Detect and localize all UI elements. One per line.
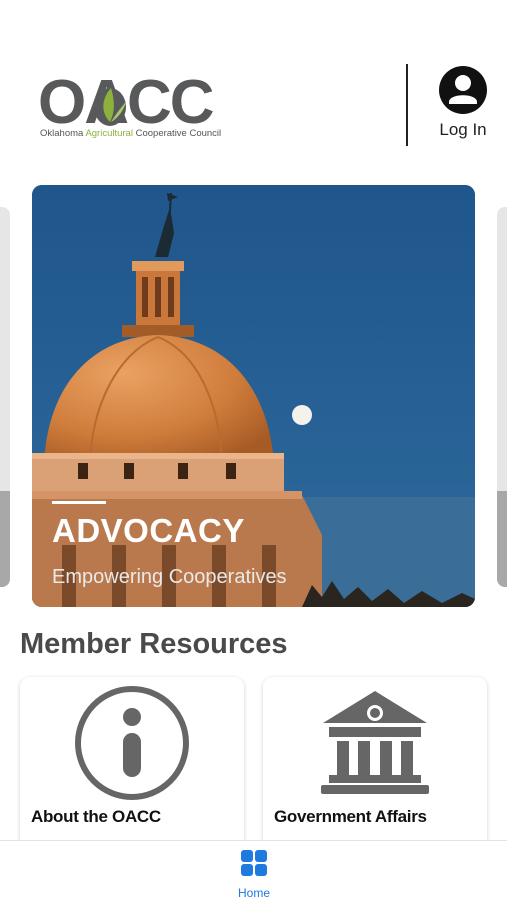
card-label: Government Affairs	[274, 807, 427, 826]
user-icon	[439, 66, 487, 114]
header-divider	[406, 64, 408, 146]
login-label: Log In	[439, 120, 487, 139]
info-icon	[75, 686, 189, 800]
section-title-member-resources: Member Resources	[20, 628, 288, 660]
carousel-prev-peek[interactable]	[0, 207, 10, 587]
slide-subtitle: Empowering Cooperatives	[52, 566, 287, 588]
oacc-logo: OACC Oklahoma Agricultural Cooperative C…	[38, 72, 228, 142]
logo-subtitle: Oklahoma Agricultural Cooperative Counci…	[40, 128, 222, 139]
card-government-affairs[interactable]: Government Affairs	[263, 677, 487, 852]
government-building-icon	[321, 691, 429, 794]
card-label: About the OACC	[31, 807, 161, 826]
tab-label: Home	[237, 886, 270, 900]
slide-accent-bar	[52, 501, 106, 504]
bottom-tab-bar: Home	[0, 840, 507, 901]
tab-home[interactable]: Home	[224, 849, 284, 900]
carousel-slide-advocacy[interactable]: ADVOCACY Empowering Cooperatives	[32, 185, 475, 607]
app-header: OACC Oklahoma Agricultural Cooperative C…	[0, 0, 507, 160]
leaf-icon	[94, 88, 126, 126]
login-button[interactable]: Log In	[430, 66, 496, 140]
carousel-next-peek[interactable]	[497, 207, 507, 587]
home-grid-icon	[241, 850, 267, 876]
slide-title: ADVOCACY	[52, 512, 245, 549]
card-about-oacc[interactable]: About the OACC	[20, 677, 244, 852]
